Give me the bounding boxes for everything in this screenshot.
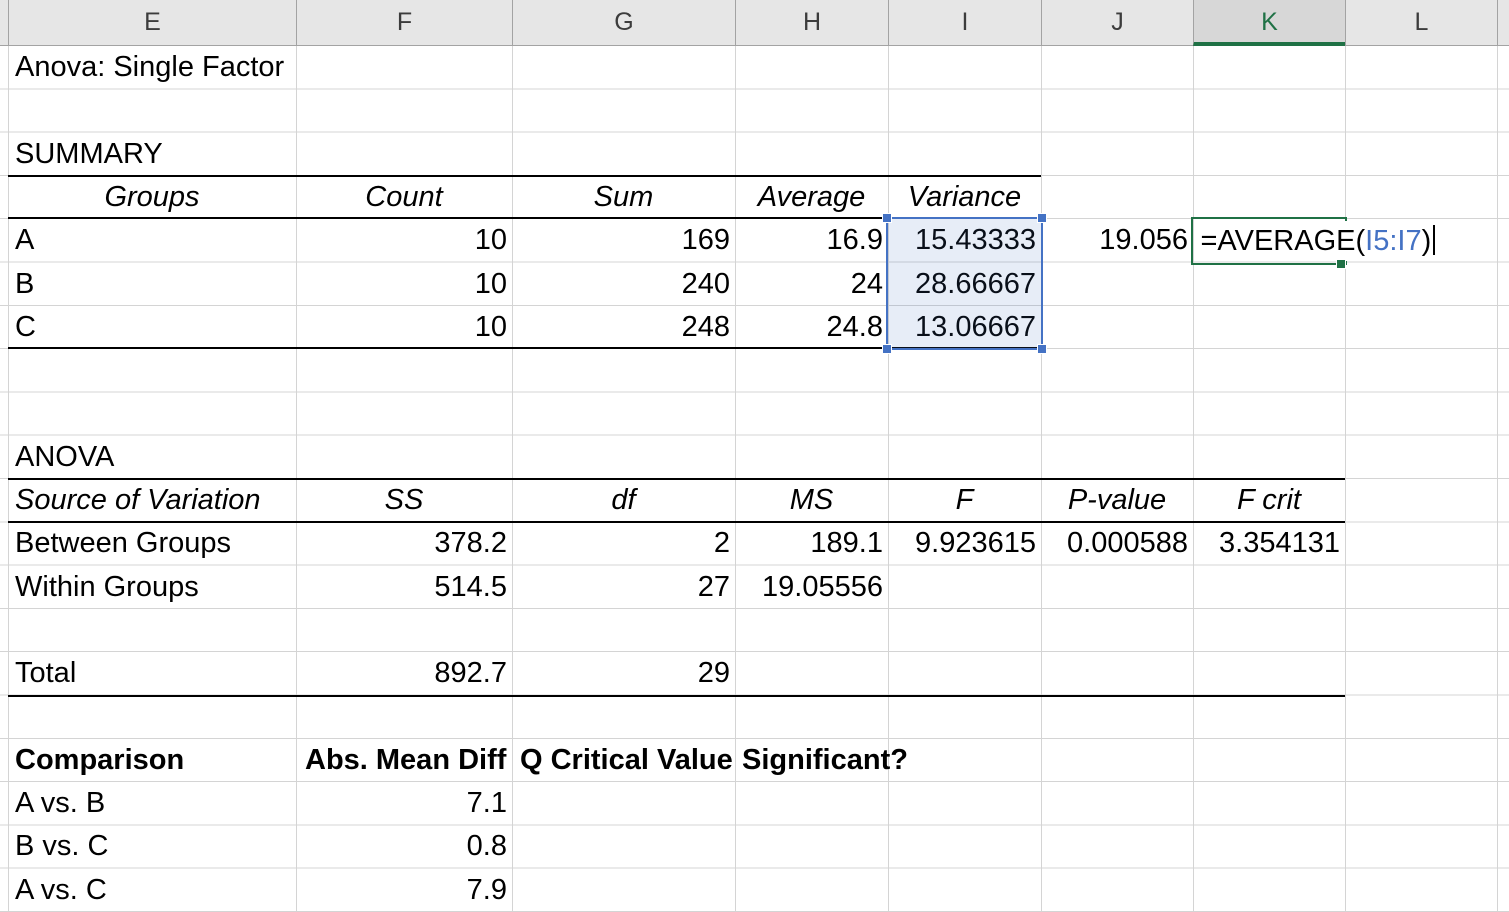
formula-text-suffix: ) [1422,225,1432,257]
cell-E12[interactable]: Between Groups [8,522,296,565]
column-header-row: E F G H I J K L [0,0,1509,46]
column-header-E[interactable]: E [8,0,296,46]
cell-E3[interactable]: SUMMARY [8,133,296,176]
cell-E11[interactable]: Source of Variation [8,479,296,522]
cell-E15[interactable]: Total [8,652,296,695]
cell-G11[interactable]: df [512,479,735,522]
formula-range-reference: I5:I7 [1365,225,1421,257]
cell-K11[interactable]: F crit [1193,479,1345,522]
cell-J12[interactable]: 0.000588 [1041,522,1193,565]
cell-I4[interactable]: Variance [888,176,1041,219]
cell-F13[interactable]: 514.5 [296,566,512,609]
formula-input[interactable]: =AVERAGE(I5:I7) [1194,221,1439,261]
cell-E4[interactable]: Groups [8,176,296,219]
cell-E6[interactable]: B [8,263,296,306]
column-header-G[interactable]: G [512,0,735,46]
cell-H5[interactable]: 16.9 [735,219,888,262]
cell-G13[interactable]: 27 [512,566,735,609]
selection-handle-bottom-right[interactable] [1037,344,1047,354]
cell-F7[interactable]: 10 [296,306,512,349]
cell-E5[interactable]: A [8,219,296,262]
cell-I12[interactable]: 9.923615 [888,522,1041,565]
cell-F20[interactable]: 7.9 [296,869,512,912]
cell-E19[interactable]: B vs. C [8,825,296,868]
cell-I11[interactable]: F [888,479,1041,522]
cell-H17[interactable]: Significant? [735,739,888,782]
cell-H7[interactable]: 24.8 [735,306,888,349]
cell-F12[interactable]: 378.2 [296,522,512,565]
cell-F15[interactable]: 892.7 [296,652,512,695]
cell-E17[interactable]: Comparison [8,739,296,782]
cell-J5[interactable]: 19.056 [1041,219,1193,262]
formula-range-selection-I5-I7[interactable] [886,217,1043,350]
cell-H4[interactable]: Average [735,176,888,219]
selection-handle-top-left[interactable] [882,213,892,223]
cell-H13[interactable]: 19.05556 [735,566,888,609]
cell-F6[interactable]: 10 [296,263,512,306]
selection-handle-top-right[interactable] [1037,213,1047,223]
column-header-I[interactable]: I [888,0,1041,46]
cell-E1[interactable]: Anova: Single Factor [8,46,296,89]
cell-E20[interactable]: A vs. C [8,869,296,912]
cell-F19[interactable]: 0.8 [296,825,512,868]
cell-F18[interactable]: 7.1 [296,782,512,825]
header-separator [1497,0,1498,46]
cell-G17[interactable]: Q Critical Value [512,739,735,782]
cell-H12[interactable]: 189.1 [735,522,888,565]
column-header-F[interactable]: F [296,0,512,46]
column-header-L[interactable]: L [1345,0,1497,46]
cell-H6[interactable]: 24 [735,263,888,306]
spreadsheet: E F G H I J K L Anova: Single Factor SUM… [0,0,1509,912]
cell-G4[interactable]: Sum [512,176,735,219]
cell-G7[interactable]: 248 [512,306,735,349]
cell-F5[interactable]: 10 [296,219,512,262]
column-header-J[interactable]: J [1041,0,1193,46]
cell-J11[interactable]: P-value [1041,479,1193,522]
column-header-H[interactable]: H [735,0,888,46]
text-caret [1433,225,1435,255]
cell-G15[interactable]: 29 [512,652,735,695]
formula-text: =AVERAGE( [1201,225,1366,257]
cell-E10[interactable]: ANOVA [8,436,296,479]
column-header-K-selected[interactable]: K [1193,0,1345,46]
cell-E18[interactable]: A vs. B [8,782,296,825]
cell-F4[interactable]: Count [296,176,512,219]
cell-G12[interactable]: 2 [512,522,735,565]
cell-E13[interactable]: Within Groups [8,566,296,609]
cell-E7[interactable]: C [8,306,296,349]
cell-H11[interactable]: MS [735,479,888,522]
cell-G5[interactable]: 169 [512,219,735,262]
cell-F11[interactable]: SS [296,479,512,522]
selection-handle-bottom-left[interactable] [882,344,892,354]
cell-G6[interactable]: 240 [512,263,735,306]
cell-K12[interactable]: 3.354131 [1193,522,1345,565]
fill-handle[interactable] [1336,259,1346,269]
cell-F17[interactable]: Abs. Mean Diff [296,739,512,782]
